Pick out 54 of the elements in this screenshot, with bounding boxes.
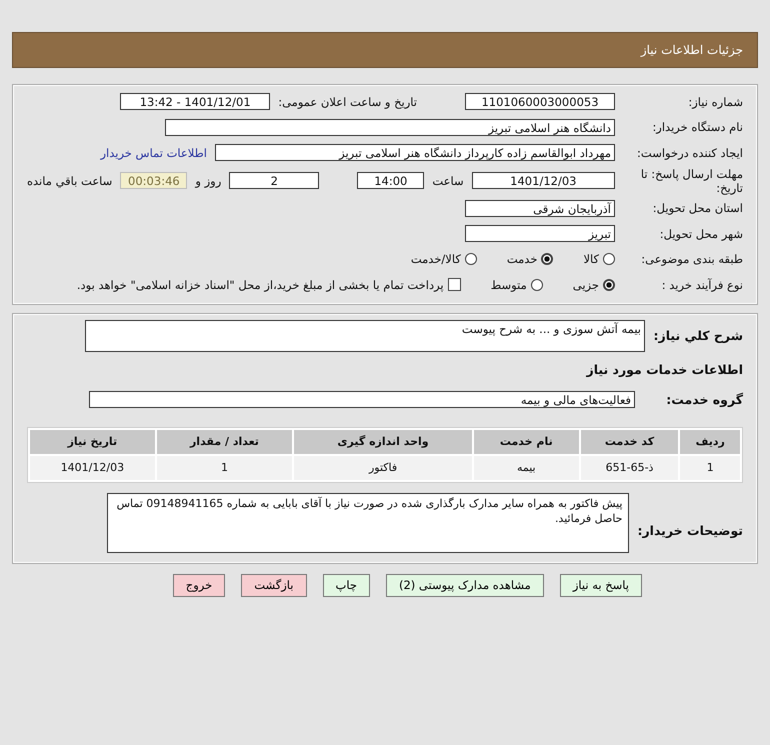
column-header: تاریخ نیاز: [30, 430, 155, 454]
buyer-field: دانشگاه هنر اسلامی تبریز: [165, 118, 615, 136]
contact-link[interactable]: اطلاعات تماس خریدار: [100, 146, 207, 160]
notes-field: پیش فاکتور به همراه سایر مدارک بارگذاری شده در صورت نیاز با آقای بابایی به شماره 09148941165 تماس حاصل فرمائید.: [107, 492, 630, 552]
field-label: مهلت ارسال پاسخ: تا تاریخ:: [640, 166, 743, 194]
time-label: ساعت: [432, 174, 464, 188]
deadline-date-field: 1401/12/03: [472, 172, 615, 189]
summary-field: بیمه آتش سوزی و ... به شرح پیوست: [85, 320, 645, 352]
checkbox-option[interactable]: پرداخت تمام یا بخشی از مبلغ خرید،از محل "اسناد خزانه اسلامی" خواهد بود.: [76, 278, 461, 292]
service-group-field: فعالیت‌های مالی و بیمه: [89, 391, 635, 408]
table-cell: ذ-65-651: [580, 456, 678, 480]
days-field: 2: [229, 172, 320, 189]
radio-option[interactable]: کالا/خدمت: [410, 252, 477, 266]
field-label: نوع فرآیند خرید :: [660, 278, 743, 292]
remaining-time-field: 00:03:46: [120, 172, 188, 189]
column-header: نام خدمت: [474, 430, 579, 454]
radio-option[interactable]: کالا: [583, 252, 615, 266]
action-button[interactable]: پاسخ به نیاز: [560, 574, 642, 596]
days-label: روز و: [195, 174, 222, 188]
column-header: تعداد / مقدار: [156, 430, 292, 454]
field-label: گروه خدمت:: [665, 392, 743, 407]
radio-option[interactable]: متوسط: [490, 278, 543, 292]
table-cell: فاکتور: [294, 456, 472, 480]
field-label: توضیحات خریدار:: [637, 522, 743, 538]
announce-date-field: 1401/12/01 - 13:42: [120, 93, 270, 110]
table-cell: 1: [680, 456, 740, 480]
requester-field: مهرداد ابوالقاسم زاده کارپرداز دانشگاه هنر اسلامی تبریز: [215, 144, 615, 162]
table-cell: بیمه: [474, 456, 579, 480]
need-number-field: 1101060003000053: [465, 93, 615, 110]
field-label: ایجاد کننده درخواست:: [636, 146, 743, 160]
city-field: تبریز: [465, 225, 615, 242]
field-label: شماره نیاز:: [687, 94, 743, 109]
column-header: ردیف: [680, 430, 740, 454]
action-button[interactable]: خروج: [172, 574, 226, 596]
field-label: نام دستگاه خریدار:: [651, 120, 743, 134]
column-header: کد خدمت: [580, 430, 678, 454]
remaining-label: ساعت باقي مانده: [27, 174, 112, 188]
field-label: طبقه بندی موضوعی:: [640, 252, 743, 266]
table-cell: 1: [156, 456, 292, 480]
field-label: استان محل تحویل:: [652, 201, 743, 216]
action-button[interactable]: مشاهده مدارک پیوستی (2): [386, 574, 544, 596]
radio-option[interactable]: جزیی: [572, 278, 615, 292]
action-button[interactable]: چاپ: [322, 574, 370, 596]
deadline-time-field: 14:00: [357, 172, 424, 189]
field-label: شهر محل تحویل:: [658, 226, 743, 241]
province-field: آذربایجان شرقی: [465, 200, 615, 217]
radio-option[interactable]: خدمت: [506, 252, 554, 266]
section-title: اطلاعات خدمات مورد نیاز: [585, 360, 743, 379]
column-header: واحد اندازه گیری: [294, 430, 472, 454]
table-cell: 1401/12/03: [30, 456, 155, 480]
field-label: شرح کلي نیاز:: [653, 326, 743, 342]
action-button[interactable]: بازگشت: [241, 574, 306, 596]
page-title: جزئیات اطلاعات نیاز: [640, 43, 743, 57]
field-label: تاریخ و ساعت اعلان عمومی:: [278, 94, 417, 109]
